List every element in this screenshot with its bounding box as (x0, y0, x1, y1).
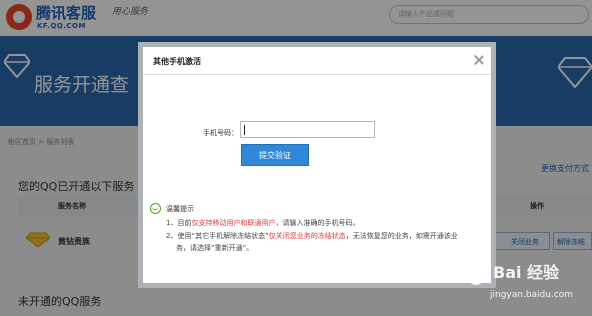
tip-highlight: 仅支持移动用户和联通用户 (191, 219, 276, 227)
tip-line-1: 1、目前仅支持移动用户和联通用户，请输入准确的手机号码。 (166, 218, 359, 228)
tip-text: 1、目前 (166, 219, 192, 227)
dialog-title: 其他手机激活 (153, 57, 201, 66)
tip-line-3: 务，请选择“重新开通”。 (176, 244, 254, 252)
tips-title: 温馨提示 (166, 205, 194, 213)
text-cursor (244, 125, 245, 135)
paw-icon (464, 261, 489, 285)
tip-line-2: 2、使用“其它手机解除冻结状态”仅关闭您业务的冻结状态，无法恢复您的业务，如需开… (166, 231, 458, 241)
close-icon[interactable] (473, 54, 485, 66)
tip-text: 2、使用“其它手机解除冻结状态” (166, 232, 269, 240)
submit-verify-label: 提交验证 (259, 151, 291, 160)
submit-verify-button[interactable]: 提交验证 (241, 144, 309, 166)
activate-phone-dialog: 其他手机激活 手机号码： 提交验证 温馨提示 1、目前仅支持移动用户和联通用户，… (138, 42, 496, 288)
tip-text: ，请输入准确的手机号码。 (275, 219, 360, 227)
watermark-brand: Bai 经验 (493, 263, 560, 282)
dialog-header: 其他手机激活 (143, 47, 491, 75)
tip-text: ，无法恢复您的业务，如需开通该业 (345, 232, 458, 240)
watermark-url: jingyan.baidu.com (490, 290, 574, 300)
smile-icon (150, 203, 161, 214)
tip-highlight: 仅关闭您业务的冻结状态 (268, 232, 346, 240)
phone-number-input[interactable] (240, 121, 375, 138)
phone-label: 手机号码： (203, 129, 238, 137)
